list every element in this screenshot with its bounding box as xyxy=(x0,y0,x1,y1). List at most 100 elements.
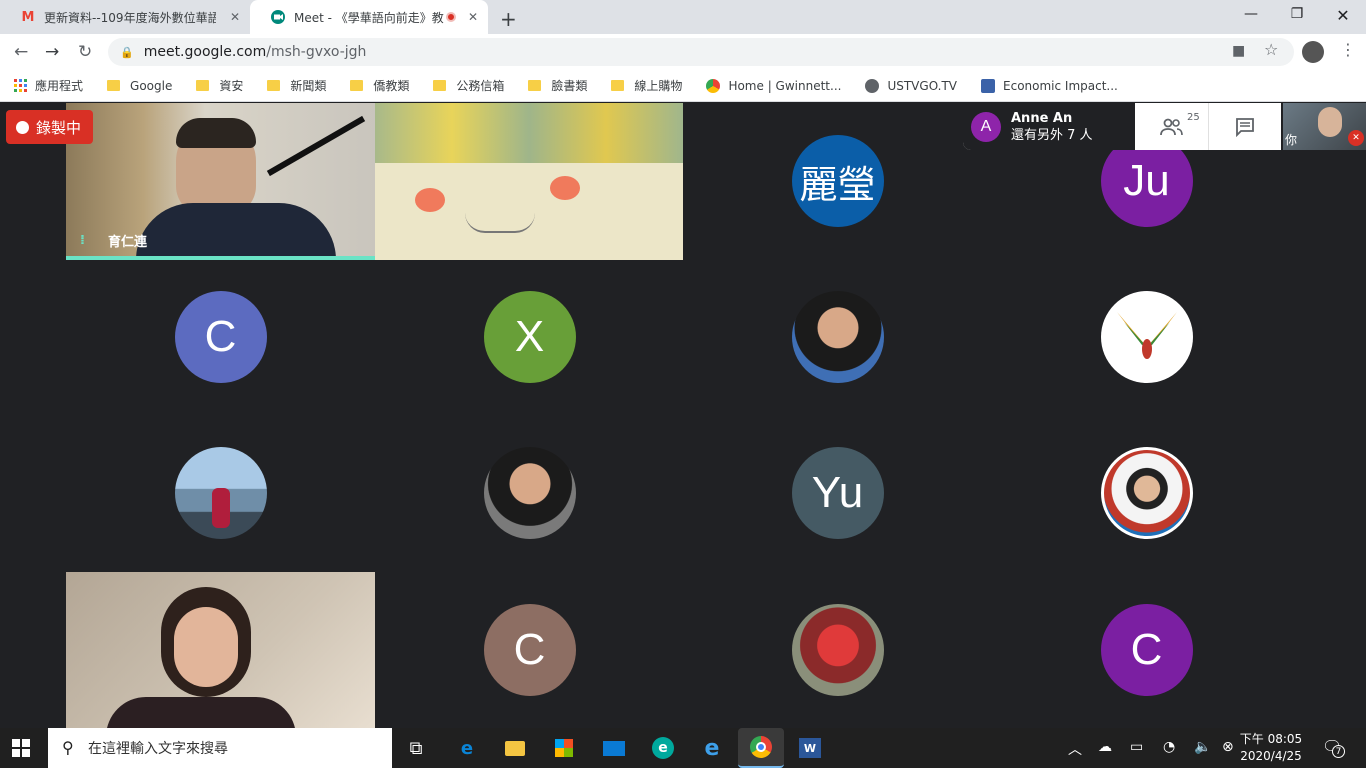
bookmark-label: 線上購物 xyxy=(634,79,683,93)
presenter-video[interactable]: ⁞ 育仁連 xyxy=(66,103,375,260)
chat-button[interactable] xyxy=(1207,103,1282,150)
participant-avatar: X xyxy=(483,291,576,383)
star-icon[interactable]: ☆ xyxy=(1264,40,1278,59)
tab-gmail[interactable]: M 更新資料--109年度海外數位華語 ✕ xyxy=(0,0,250,34)
taskbar-search-box[interactable]: ⚲ 在這裡輸入文字來搜尋 xyxy=(48,728,392,768)
participant-tile[interactable] xyxy=(683,259,992,415)
participant-illustration-video[interactable] xyxy=(375,103,683,260)
participant-tile[interactable]: C xyxy=(375,572,684,728)
edge-icon[interactable]: e xyxy=(453,734,481,762)
illustration-smile xyxy=(465,213,535,233)
participant-tile[interactable]: X xyxy=(375,259,684,415)
camera-icon[interactable]: ■ xyxy=(1232,43,1245,59)
lock-icon: 🔒 xyxy=(120,45,134,59)
participant-tile[interactable]: C xyxy=(66,259,375,415)
bookmark-facebook[interactable]: 臉書類 xyxy=(528,77,587,94)
mail-icon[interactable] xyxy=(600,734,628,762)
internet-explorer-icon[interactable]: e xyxy=(698,734,726,762)
user-avatar: A xyxy=(971,111,1001,142)
reload-icon[interactable]: ↻ xyxy=(78,42,92,62)
minimize-icon[interactable]: — xyxy=(1228,6,1274,22)
participant-tile[interactable] xyxy=(992,259,1301,415)
store-icon[interactable] xyxy=(550,734,578,762)
participant-tile[interactable]: 麗瑩 xyxy=(683,103,992,259)
participant-tile[interactable]: C xyxy=(992,572,1301,728)
back-icon[interactable]: ← xyxy=(14,42,28,62)
bookmark-google[interactable]: Google xyxy=(107,79,172,93)
site-icon xyxy=(706,78,721,93)
close-icon[interactable]: ✕ xyxy=(468,10,478,24)
file-explorer-icon[interactable] xyxy=(501,734,529,762)
notification-center-icon[interactable]: 🗨 7 xyxy=(1322,737,1345,758)
url-host: meet.google.com xyxy=(143,44,267,60)
recording-indicator-icon xyxy=(446,12,456,22)
system-clock[interactable]: 下午 08:05 2020/4/25 xyxy=(1238,731,1304,765)
onedrive-icon[interactable]: ☁ xyxy=(1098,739,1112,755)
chrome-taskbar-icon[interactable] xyxy=(738,728,784,768)
word-icon[interactable]: W xyxy=(796,734,824,762)
bookmark-apps[interactable]: 應用程式 xyxy=(14,77,83,94)
mic-muted-icon[interactable]: ✕ xyxy=(1348,130,1364,146)
new-tab-button[interactable]: + xyxy=(500,7,517,31)
participant-grid: ⁞ 育仁連 麗瑩 Ju C X Yu C C xyxy=(66,103,1301,728)
bookmark-overseas[interactable]: 僑教類 xyxy=(350,77,409,94)
bookmark-economic[interactable]: Economic Impact... xyxy=(981,78,1118,93)
bookmark-label: 僑教類 xyxy=(373,79,410,93)
folder-icon xyxy=(107,80,121,91)
self-face xyxy=(1318,107,1342,137)
bookmark-label: Economic Impact... xyxy=(1003,78,1118,93)
bookmark-shopping[interactable]: 線上購物 xyxy=(611,77,682,94)
close-icon[interactable]: ✕ xyxy=(230,10,240,24)
globe-icon xyxy=(865,78,880,93)
participant-tile[interactable] xyxy=(375,415,684,571)
record-dot-icon xyxy=(16,120,29,134)
task-view-icon[interactable]: ⧉ xyxy=(402,734,430,762)
participant-bird-avatar xyxy=(1100,291,1193,383)
people-icon xyxy=(1160,118,1184,135)
participant-tile[interactable]: Yu xyxy=(683,415,992,571)
network-disconnected-icon[interactable]: ⊗ xyxy=(1222,739,1234,755)
meet-top-bar: A Anne An 還有另外 7 人 25 xyxy=(963,103,1281,150)
bookmark-security[interactable]: 資安 xyxy=(196,77,243,94)
close-window-icon[interactable]: ✕ xyxy=(1320,6,1366,25)
audio-level-icon: ⁞ xyxy=(80,233,85,248)
windows-taskbar: ⚲ 在這裡輸入文字來搜尋 ⧉ e e e W ︿ ☁ ▭ ◔ 🔈 ⊗ 下午 08… xyxy=(0,728,1366,768)
eset-icon[interactable]: e xyxy=(649,734,677,762)
bookmark-gwinnett[interactable]: Home | Gwinnett... xyxy=(706,78,841,93)
profile-avatar[interactable] xyxy=(1302,41,1324,63)
bookmark-label: 公務信箱 xyxy=(456,79,505,93)
clock-date: 2020/4/25 xyxy=(1240,749,1302,763)
participant-avatar: C xyxy=(483,604,576,696)
speaker-summary[interactable]: A Anne An 還有另外 7 人 xyxy=(963,103,1135,150)
menu-icon[interactable]: ⋮ xyxy=(1340,40,1356,59)
participant-tile[interactable] xyxy=(66,415,375,571)
bookmark-news[interactable]: 新聞類 xyxy=(267,77,326,94)
bookmark-ustvgo[interactable]: USTVGO.TV xyxy=(865,78,957,93)
bookmarks-bar: 應用程式 Google 資安 新聞類 僑教類 公務信箱 臉書類 線上購物 Hom… xyxy=(0,70,1366,102)
chevron-up-icon[interactable]: ︿ xyxy=(1068,739,1082,759)
illustration-cheek-left xyxy=(415,188,445,212)
volume-icon[interactable]: 🔈 xyxy=(1194,739,1211,755)
search-placeholder: 在這裡輸入文字來搜尋 xyxy=(88,741,228,757)
people-button[interactable]: 25 xyxy=(1135,103,1208,150)
address-bar[interactable]: 🔒 meet.google.com/msh-gvxo-jgh xyxy=(108,38,1294,66)
participant-photo-avatar xyxy=(1100,447,1193,539)
participant-video[interactable] xyxy=(66,572,375,728)
participant-tile[interactable] xyxy=(683,572,992,728)
self-view[interactable]: 你 ✕ xyxy=(1283,103,1366,150)
bookmark-mail[interactable]: 公務信箱 xyxy=(433,77,504,94)
browser-toolbar: ← → ↻ 🔒 meet.google.com/msh-gvxo-jgh ■ ☆ xyxy=(0,34,1366,70)
wifi-icon[interactable]: ◔ xyxy=(1163,739,1175,755)
url-path: /msh-gvxo-jgh xyxy=(266,44,367,60)
tab-meet[interactable]: Meet - 《學華語向前走》教 ✕ xyxy=(250,0,488,34)
forward-icon[interactable]: → xyxy=(45,42,59,62)
folder-icon xyxy=(528,80,542,91)
gmail-icon: M xyxy=(21,9,35,25)
apps-icon xyxy=(14,79,27,92)
windows-start-icon[interactable] xyxy=(12,739,30,762)
participant-tile[interactable] xyxy=(992,415,1301,571)
restore-icon[interactable]: ❐ xyxy=(1274,6,1320,22)
meet-stage: 錄製中 ⁞ 育仁連 麗瑩 Ju C X Yu C C A Anne An 還有另… xyxy=(0,103,1366,728)
battery-icon[interactable]: ▭ xyxy=(1130,739,1143,755)
others-count: 還有另外 7 人 xyxy=(1011,127,1093,143)
